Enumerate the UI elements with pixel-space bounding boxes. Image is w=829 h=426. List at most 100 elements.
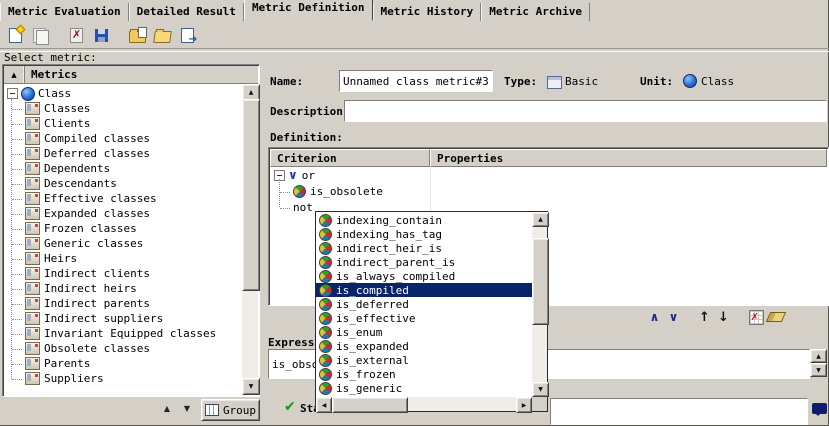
duplicate-metric-button[interactable] <box>28 23 53 47</box>
sort-ascending-icon[interactable]: ▲ <box>4 66 25 83</box>
metric-tree-item[interactable]: Dependents <box>4 161 242 176</box>
criterion-option[interactable]: is_frozen <box>316 367 532 381</box>
metric-tree-item[interactable]: Heirs <box>4 251 242 266</box>
metric-tree-item[interactable]: Suppliers <box>4 371 242 386</box>
criterion-column-header[interactable]: Criterion <box>270 149 430 167</box>
scroll-down-icon[interactable]: ▼ <box>810 363 827 377</box>
scroll-right-icon[interactable]: ▶ <box>516 397 532 413</box>
metric-tree-item[interactable]: Indirect suppliers <box>4 311 242 326</box>
tab-label: Detailed Result <box>137 5 236 18</box>
tree-item-class-root[interactable]: Class <box>4 86 242 101</box>
expression-scrollbar[interactable]: ▲ ▼ <box>810 349 825 377</box>
properties-column-header[interactable]: Properties <box>430 149 827 167</box>
open-metrics-button[interactable] <box>150 23 175 47</box>
delete-metric-icon: ✗ <box>70 28 83 43</box>
tab[interactable]: Metric History <box>373 3 482 21</box>
description-input[interactable] <box>345 101 826 121</box>
metric-tree-item[interactable]: Effective classes <box>4 191 242 206</box>
move-criterion-up-button[interactable]: ↑ <box>695 308 714 327</box>
collapse-icon[interactable] <box>7 88 18 99</box>
criterion-row-label: is_obsolete <box>310 185 383 198</box>
criterion-icon <box>319 228 332 241</box>
metric-tree-item[interactable]: Invariant Equipped classes <box>4 326 242 341</box>
scroll-down-icon[interactable]: ▼ <box>532 382 549 397</box>
dropdown-hscrollbar[interactable]: ◀ ▶ <box>316 397 532 411</box>
new-metric-button[interactable] <box>3 23 28 47</box>
metric-tree-item[interactable]: Clients <box>4 116 242 131</box>
tab[interactable]: Metric Archive <box>481 3 590 21</box>
comment-input[interactable] <box>551 399 807 424</box>
main-toolbar: ✗ → <box>3 23 200 47</box>
criterion-option[interactable]: indexing_contain <box>316 213 532 227</box>
metric-tree-item[interactable]: Indirect heirs <box>4 281 242 296</box>
scroll-up-icon[interactable]: ▲ <box>532 212 549 227</box>
scroll-left-icon[interactable]: ◀ <box>316 397 332 413</box>
criterion-option[interactable]: is_compiled <box>316 283 532 297</box>
remove-criterion-button[interactable] <box>747 308 766 327</box>
metric-tree-item[interactable]: Generic classes <box>4 236 242 251</box>
metric-tree-item[interactable]: Parents <box>4 356 242 371</box>
criterion-option[interactable]: is_enum <box>316 325 532 339</box>
dropdown-hscrollbar-thumb[interactable] <box>332 397 408 413</box>
criterion-option[interactable]: is_expanded <box>316 339 532 353</box>
move-metric-down-button[interactable]: ▼ <box>178 401 196 416</box>
tab[interactable]: Metric Definition <box>244 0 373 21</box>
metric-icon <box>25 267 40 280</box>
criterion-row-or[interactable]: ∨ or <box>270 167 827 183</box>
type-value: Basic <box>565 75 598 88</box>
criterion-option[interactable]: indirect_heir_is <box>316 241 532 255</box>
metric-tree-item-label: Obsolete classes <box>44 342 150 355</box>
delete-metric-button[interactable]: ✗ <box>64 23 89 47</box>
description-field-frame <box>344 100 827 122</box>
and-criterion-button[interactable]: ∧ <box>645 308 664 327</box>
metric-tree-item[interactable]: Frozen classes <box>4 221 242 236</box>
tree-branch <box>12 191 22 200</box>
metric-tree-item[interactable]: Obsolete classes <box>4 341 242 356</box>
criterion-option[interactable]: is_deferred <box>316 297 532 311</box>
criterion-icon <box>319 214 332 227</box>
metric-tree-item[interactable]: Compiled classes <box>4 131 242 146</box>
criterion-option[interactable]: is_generic <box>316 381 532 395</box>
import-metrics-button[interactable] <box>125 23 150 47</box>
tree-branch <box>12 206 22 215</box>
criterion-option[interactable]: is_effective <box>316 311 532 325</box>
metric-tree-item[interactable]: Expanded classes <box>4 206 242 221</box>
dropdown-scrollbar-thumb[interactable] <box>532 238 549 325</box>
tree-scrollbar-thumb[interactable] <box>242 99 260 291</box>
metric-tree-item-label: Classes <box>44 102 90 115</box>
move-criterion-down-button[interactable]: ↓ <box>714 308 733 327</box>
save-metric-button[interactable] <box>89 23 114 47</box>
criterion-option[interactable]: indirect_parent_is <box>316 255 532 269</box>
import-metrics-icon <box>129 31 146 43</box>
tab[interactable]: Detailed Result <box>129 3 244 21</box>
class-unit-icon <box>683 74 697 88</box>
criterion-option[interactable]: indexing_has_tag <box>316 227 532 241</box>
metric-tree-item[interactable]: Classes <box>4 101 242 116</box>
select-metric-label: Select metric: <box>4 51 97 64</box>
comment-button[interactable] <box>810 401 828 420</box>
or-criterion-button[interactable]: ∨ <box>664 308 683 327</box>
scroll-up-icon[interactable]: ▲ <box>810 349 827 363</box>
criterion-option[interactable]: is_always_compiled <box>316 269 532 283</box>
group-toggle-button[interactable]: Group <box>201 399 260 421</box>
criterion-option[interactable]: is_external <box>316 353 532 367</box>
name-input[interactable] <box>340 71 492 91</box>
group-button-label: Group <box>223 404 256 417</box>
tree-scrollbar[interactable]: ▲ ▼ <box>242 84 258 395</box>
metric-tree-item[interactable]: Descendants <box>4 176 242 191</box>
or-operator-icon: ∨ <box>288 168 298 182</box>
move-metric-up-button[interactable]: ▲ <box>158 401 176 416</box>
criterion-row-is-obsolete[interactable]: is_obsolete <box>279 183 827 199</box>
tree-branch <box>12 101 22 110</box>
metric-tool-window: Metric Evaluation Detailed Result Metric… <box>0 0 829 426</box>
export-metrics-button[interactable]: → <box>175 23 200 47</box>
type-label: Type: <box>504 75 537 88</box>
dropdown-vscrollbar[interactable]: ▲ ▼ <box>532 212 547 397</box>
tab[interactable]: Metric Evaluation <box>0 3 129 21</box>
metric-tree-item[interactable]: Indirect clients <box>4 266 242 281</box>
metric-tree-item[interactable]: Deferred classes <box>4 146 242 161</box>
scroll-down-icon[interactable]: ▼ <box>242 378 260 395</box>
clear-definition-button[interactable] <box>766 308 785 327</box>
tab-label: Metric Definition <box>252 1 365 14</box>
metric-tree-item[interactable]: Indirect parents <box>4 296 242 311</box>
